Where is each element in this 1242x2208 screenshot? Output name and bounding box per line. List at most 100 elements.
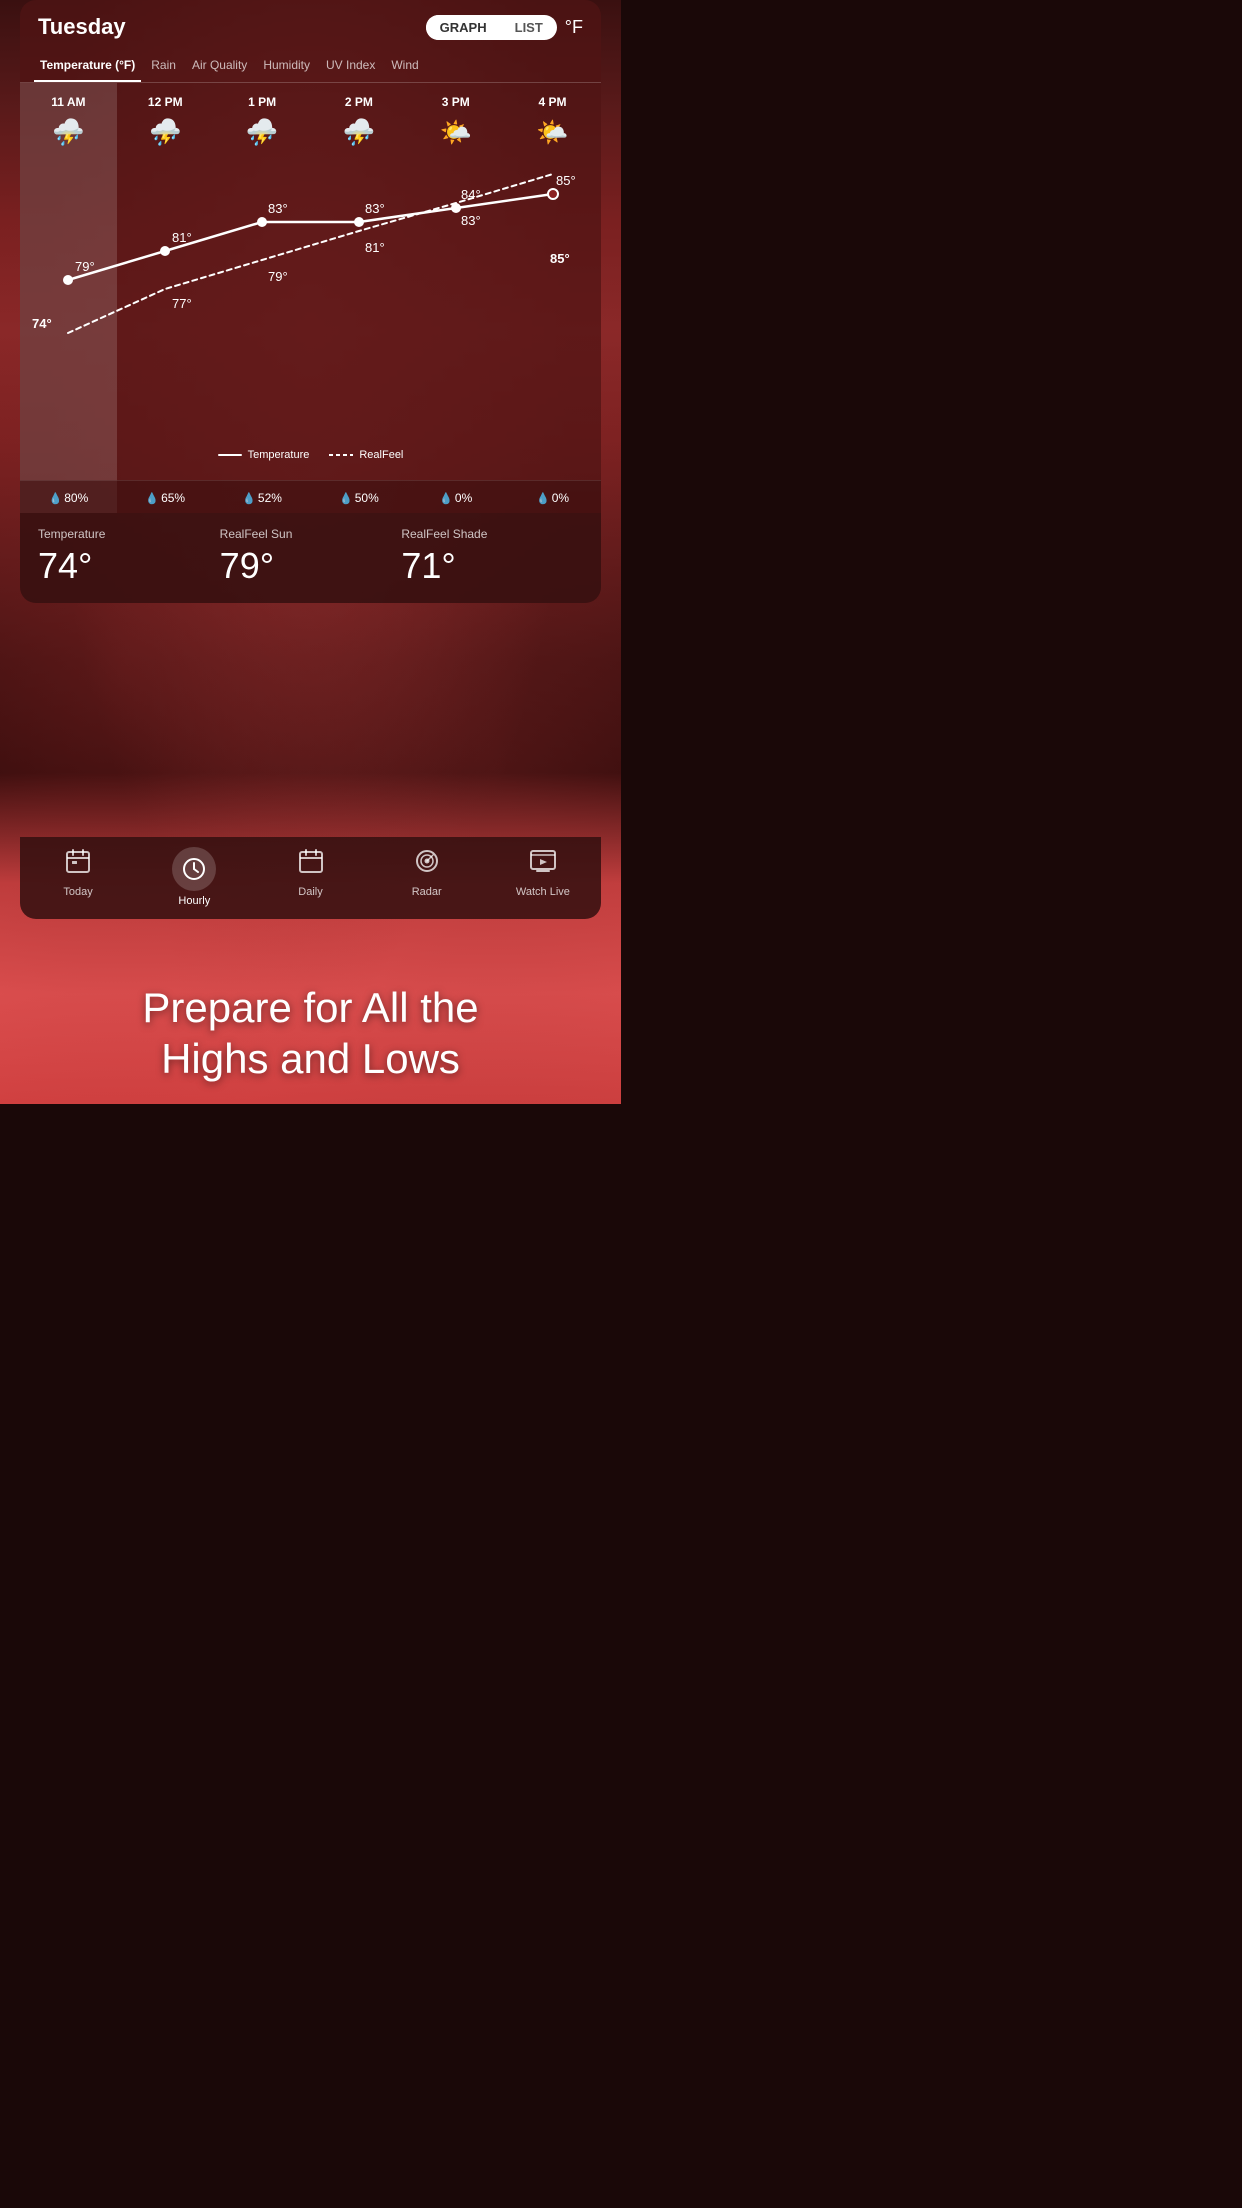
legend-realfeel: RealFeel	[329, 449, 403, 461]
precip-pct-1: 65%	[161, 491, 185, 505]
svg-text:74°: 74°	[32, 316, 52, 331]
precip-value-0: 💧 80%	[49, 491, 89, 505]
temp-chart: 79° 81° 83° 83° 84° 85° 74° 77° 79° 81° …	[20, 153, 601, 353]
tab-temperature[interactable]: Temperature (°F)	[34, 50, 141, 82]
drop-icon-3: 💧	[339, 492, 353, 505]
precip-value-4: 💧 0%	[439, 491, 472, 505]
weather-icon-5: 🌤️	[536, 117, 568, 148]
legend-realfeel-label: RealFeel	[359, 449, 403, 461]
nav-watch-live[interactable]: Watch Live	[485, 847, 601, 907]
tab-rain[interactable]: Rain	[145, 50, 182, 82]
info-value-realfeel-shade: 71°	[401, 545, 583, 587]
hourly-icon-circle	[172, 847, 216, 891]
temperature-line	[218, 454, 242, 456]
bottom-info: Temperature 74° RealFeel Sun 79° RealFee…	[20, 513, 601, 603]
weather-tabs: Temperature (°F) Rain Air Quality Humidi…	[20, 50, 601, 83]
precip-3: 💧 50%	[310, 491, 407, 505]
nav-daily[interactable]: Daily	[252, 847, 368, 907]
svg-text:85°: 85°	[556, 173, 576, 188]
tagline-text: Prepare for All theHighs and Lows	[30, 983, 591, 1084]
precip-pct-4: 0%	[455, 491, 472, 505]
bottom-nav: Today Hourly Daily	[20, 837, 601, 919]
info-label-temperature: Temperature	[38, 527, 220, 541]
hour-label-3: 2 PM	[345, 95, 373, 109]
info-label-realfeel-shade: RealFeel Shade	[401, 527, 583, 541]
hour-label-2: 1 PM	[248, 95, 276, 109]
nav-radar-label: Radar	[412, 886, 442, 898]
precip-row: 💧 80% 💧 65% 💧 52%	[20, 480, 601, 513]
precip-1: 💧 65%	[117, 491, 214, 505]
drop-icon-0: 💧	[49, 492, 63, 505]
nav-hourly-label: Hourly	[178, 895, 210, 907]
svg-text:85°: 85°	[550, 251, 570, 266]
info-realfeel-sun: RealFeel Sun 79°	[220, 527, 402, 587]
tab-uv-index[interactable]: UV Index	[320, 50, 381, 82]
app-container: Tuesday GRAPH LIST °F Temperature (°F) R…	[0, 0, 621, 1104]
weather-icon-1: ⛈️	[149, 117, 181, 148]
hour-label-0: 11 AM	[51, 95, 85, 109]
hour-label-5: 4 PM	[539, 95, 567, 109]
chart-area: 11 AM ⛈️ 12 PM ⛈️ 1 PM ⛈️ 2 PM ⛈️ 3 PM 🌤…	[20, 83, 601, 513]
drop-icon-2: 💧	[242, 492, 256, 505]
play-icon	[529, 847, 557, 882]
nav-today[interactable]: Today	[20, 847, 136, 907]
weather-card: Tuesday GRAPH LIST °F Temperature (°F) R…	[20, 0, 601, 603]
weather-icon-4: 🌤️	[440, 117, 472, 148]
calendar-today-icon	[64, 847, 92, 882]
precip-value-1: 💧 65%	[145, 491, 185, 505]
weather-icon-3: ⛈️	[343, 117, 375, 148]
precip-4: 💧 0%	[407, 491, 504, 505]
svg-text:79°: 79°	[268, 269, 288, 284]
tab-humidity[interactable]: Humidity	[257, 50, 316, 82]
svg-text:81°: 81°	[365, 240, 385, 255]
info-realfeel-shade: RealFeel Shade 71°	[401, 527, 583, 587]
nav-daily-label: Daily	[298, 886, 322, 898]
precip-pct-3: 50%	[355, 491, 379, 505]
nav-radar[interactable]: Radar	[369, 847, 485, 907]
card-header: Tuesday GRAPH LIST °F	[20, 0, 601, 50]
view-toggle[interactable]: GRAPH LIST	[426, 15, 557, 40]
tagline-container: Prepare for All theHighs and Lows	[0, 983, 621, 1084]
unit-badge: °F	[565, 17, 583, 38]
list-toggle[interactable]: LIST	[501, 15, 557, 40]
svg-text:83°: 83°	[268, 201, 288, 216]
info-label-realfeel-sun: RealFeel Sun	[220, 527, 402, 541]
nav-watch-live-label: Watch Live	[516, 886, 570, 898]
info-value-temperature: 74°	[38, 545, 220, 587]
weather-icon-0: ⛈️	[52, 117, 84, 148]
graph-toggle[interactable]: GRAPH	[426, 15, 501, 40]
precip-value-2: 💧 52%	[242, 491, 282, 505]
tab-wind[interactable]: Wind	[385, 50, 424, 82]
weather-icon-2: ⛈️	[246, 117, 278, 148]
calendar-daily-icon	[297, 847, 325, 882]
chart-legend: Temperature RealFeel	[20, 443, 601, 467]
precip-pct-0: 80%	[64, 491, 88, 505]
precip-pct-2: 52%	[258, 491, 282, 505]
legend-temperature: Temperature	[218, 449, 310, 461]
precip-5: 💧 0%	[504, 491, 601, 505]
svg-text:83°: 83°	[365, 201, 385, 216]
precip-value-3: 💧 50%	[339, 491, 379, 505]
svg-text:77°: 77°	[172, 296, 192, 311]
svg-text:81°: 81°	[172, 230, 192, 245]
drop-icon-1: 💧	[145, 492, 159, 505]
tab-air-quality[interactable]: Air Quality	[186, 50, 253, 82]
precip-2: 💧 52%	[214, 491, 311, 505]
info-value-realfeel-sun: 79°	[220, 545, 402, 587]
nav-hourly[interactable]: Hourly	[136, 847, 252, 907]
info-temperature: Temperature 74°	[38, 527, 220, 587]
hour-label-4: 3 PM	[442, 95, 470, 109]
legend-temperature-label: Temperature	[248, 449, 310, 461]
svg-text:79°: 79°	[75, 259, 95, 274]
day-title: Tuesday	[38, 14, 126, 40]
precip-0: 💧 80%	[20, 491, 117, 505]
precip-value-5: 💧 0%	[536, 491, 569, 505]
svg-text:84°: 84°	[461, 187, 481, 202]
drop-icon-4: 💧	[439, 492, 453, 505]
radar-icon	[413, 847, 441, 882]
nav-today-label: Today	[63, 886, 92, 898]
header-right: GRAPH LIST °F	[426, 15, 583, 40]
hour-label-1: 12 PM	[148, 95, 183, 109]
realfeel-line	[329, 454, 353, 456]
precip-pct-5: 0%	[552, 491, 569, 505]
